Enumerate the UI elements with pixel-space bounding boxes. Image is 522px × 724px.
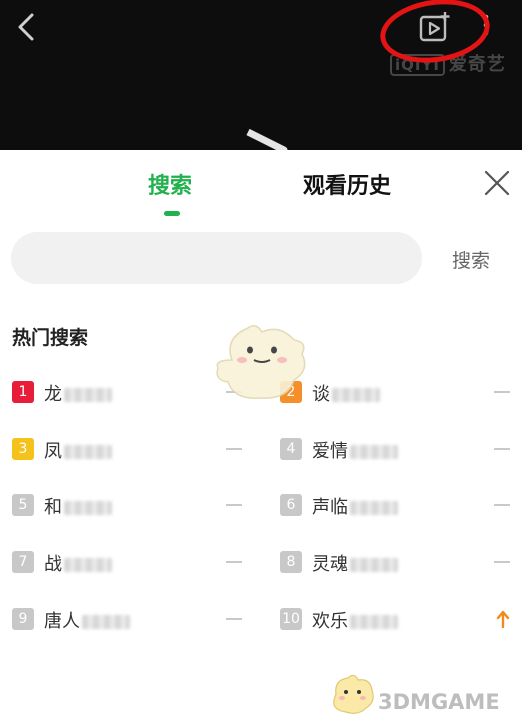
close-icon[interactable] <box>484 170 510 196</box>
item-title: 和 <box>44 493 112 519</box>
item-title: 龙 <box>44 380 112 406</box>
rank-badge: 9 <box>12 608 34 630</box>
hot-search-item[interactable]: 7 战 <box>12 551 242 575</box>
hot-search-item[interactable]: 5 和 <box>12 494 242 518</box>
hot-search-title: 热门搜索 <box>12 327 89 349</box>
trend-flat-icon <box>494 561 510 563</box>
rank-badge: 6 <box>280 494 302 516</box>
trend-flat-icon <box>226 618 242 620</box>
play-icon[interactable] <box>240 128 290 150</box>
trend-flat-icon <box>494 504 510 506</box>
hot-search-item[interactable]: 9 唐人 <box>12 608 242 632</box>
trend-flat-icon <box>226 561 242 563</box>
site-watermark: 3DMGAME <box>378 690 500 714</box>
watermark-mascot-icon <box>333 674 374 714</box>
hot-search-item[interactable]: 4 爱情 <box>280 438 510 462</box>
item-title: 灵魂 <box>312 550 398 576</box>
active-tab-indicator <box>164 211 180 216</box>
tab-search[interactable]: 搜索 <box>148 168 192 200</box>
search-input[interactable] <box>11 232 422 284</box>
rank-badge: 5 <box>12 494 34 516</box>
item-title: 欢乐 <box>312 607 398 633</box>
hot-search-item[interactable]: 8 灵魂 <box>280 551 510 575</box>
trend-flat-icon <box>494 448 510 450</box>
trend-flat-icon <box>226 448 242 450</box>
rank-badge: 10 <box>280 608 302 630</box>
video-player[interactable]: iQIYI 爱奇艺 <box>0 0 522 150</box>
rank-badge: 8 <box>280 551 302 573</box>
hot-search-item[interactable]: 10 欢乐 <box>280 608 510 632</box>
item-title: 爱情 <box>312 437 398 463</box>
back-chevron-icon[interactable] <box>14 12 40 42</box>
item-title: 谈 <box>312 380 380 406</box>
tab-watch-history[interactable]: 观看历史 <box>303 168 391 200</box>
item-title: 声临 <box>312 493 398 519</box>
hot-search-item[interactable]: 3 凤 <box>12 438 242 462</box>
trend-flat-icon <box>226 504 242 506</box>
hot-search-item[interactable]: 1 龙 <box>12 381 242 405</box>
rank-badge: 1 <box>12 381 34 403</box>
trend-up-arrow-icon <box>496 610 510 628</box>
search-sheet: 搜索 观看历史 搜索 热门搜索 1 龙 2 谈 3 凤 4 爱情 5 和 6 声… <box>0 150 522 724</box>
item-title: 凤 <box>44 437 112 463</box>
hot-search-item[interactable]: 6 声临 <box>280 494 510 518</box>
rank-badge: 4 <box>280 438 302 460</box>
rank-badge: 3 <box>12 438 34 460</box>
rank-badge: 7 <box>12 551 34 573</box>
mascot-watermark-icon <box>216 325 306 399</box>
search-button[interactable]: 搜索 <box>452 246 490 273</box>
item-title: 战 <box>44 550 112 576</box>
trend-flat-icon <box>494 391 510 393</box>
item-title: 唐人 <box>44 607 130 633</box>
hot-search-item[interactable]: 2 谈 <box>280 381 510 405</box>
